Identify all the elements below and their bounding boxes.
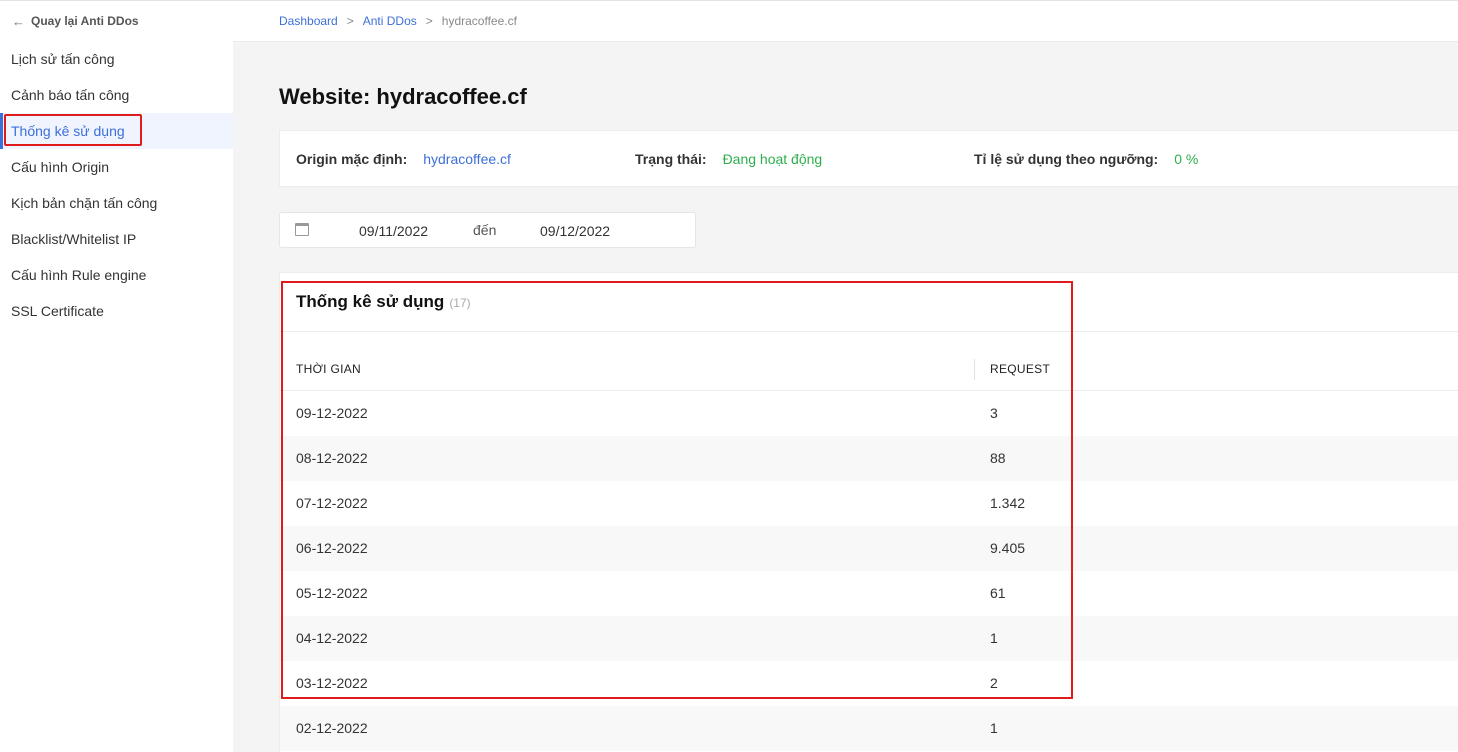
usage-stats-title: Thống kê sử dụng [296,292,445,311]
cell-time: 07-12-2022 [296,495,368,511]
main-content: Dashboard > Anti DDos > hydracoffee.cf W… [233,0,1458,752]
table-row: 09-12-2022 3 [280,391,1458,436]
usage-stats-header: Thống kê sử dụng (17) [280,273,1458,332]
sidebar-item-label: SSL Certificate [11,303,104,319]
sidebar-item-ssl-certificate[interactable]: SSL Certificate [0,293,233,329]
cell-request: 1 [990,720,998,736]
column-header-request[interactable]: REQUEST [990,362,1050,376]
sidebar-item-label: Blacklist/Whitelist IP [11,231,137,247]
breadcrumb-separator: > [346,14,354,28]
ratio-info: Tỉ lệ sử dụng theo ngưỡng: 0 % [974,131,1198,186]
sidebar-nav: Lịch sử tấn công Cảnh báo tấn công Thống… [0,41,233,329]
status-label: Trạng thái: [635,150,707,167]
cell-request: 9.405 [990,540,1026,556]
breadcrumb-dashboard[interactable]: Dashboard [279,14,338,28]
table-row: 07-12-2022 1.342 [280,481,1458,526]
cell-time: 03-12-2022 [296,675,368,691]
date-range-separator: đến [473,222,497,238]
table-row: 03-12-2022 2 [280,661,1458,706]
date-from-input[interactable]: 09/11/2022 [359,223,428,239]
cell-request: 88 [990,450,1006,466]
column-header-time[interactable]: THỜI GIAN [296,362,361,376]
sidebar-item-label: Cảnh báo tấn công [11,87,130,103]
table-body: 09-12-2022 3 08-12-2022 88 07-12-2022 1.342… [280,391,1458,751]
usage-stats-panel: Thống kê sử dụng (17) THỜI GIAN REQUEST … [279,272,1458,752]
back-link-label: Quay lại Anti DDos [31,14,139,28]
origin-info: Origin mặc định: hydracoffee.cf [296,131,511,186]
sidebar-item-block-scenarios[interactable]: Kịch bản chặn tấn công [0,185,233,221]
sidebar-item-label: Kịch bản chặn tấn công [11,195,158,211]
cell-request: 3 [990,405,998,421]
breadcrumb: Dashboard > Anti DDos > hydracoffee.cf [233,0,1458,42]
table-header: THỜI GIAN REQUEST [280,332,1458,391]
sidebar-item-usage-stats[interactable]: Thống kê sử dụng [0,113,233,149]
origin-label: Origin mặc định: [296,150,408,167]
arrow-left-icon: ← [12,13,25,29]
cell-request: 61 [990,585,1006,601]
sidebar-item-rule-engine[interactable]: Cấu hình Rule engine [0,257,233,293]
breadcrumb-current: hydracoffee.cf [441,14,517,28]
status-badge: Đang hoạt động [722,150,823,167]
cell-time: 09-12-2022 [296,405,368,421]
cell-time: 06-12-2022 [296,540,368,556]
date-to-input[interactable]: 09/12/2022 [540,223,610,239]
table-row: 05-12-2022 61 [280,571,1458,616]
ratio-value: 0 % [1174,150,1199,167]
website-info-card: Origin mặc định: hydracoffee.cf Trạng th… [279,130,1458,187]
table-row: 02-12-2022 1 [280,706,1458,751]
sidebar-item-label: Cấu hình Origin [11,159,110,175]
ratio-label: Tỉ lệ sử dụng theo ngưỡng: [974,150,1159,167]
sidebar-item-origin-config[interactable]: Cấu hình Origin [0,149,233,185]
cell-time: 04-12-2022 [296,630,368,646]
breadcrumb-separator: > [425,14,433,28]
table-row: 04-12-2022 1 [280,616,1458,661]
table-row: 08-12-2022 88 [280,436,1458,481]
column-divider [974,359,975,380]
sidebar-item-label: Lịch sử tấn công [11,51,115,67]
back-to-anti-ddos-link[interactable]: ← Quay lại Anti DDos [0,1,233,41]
cell-time: 05-12-2022 [296,585,368,601]
breadcrumb-anti-ddos[interactable]: Anti DDos [363,14,417,28]
sidebar-item-attack-history[interactable]: Lịch sử tấn công [0,41,233,77]
status-info: Trạng thái: Đang hoạt động [635,131,822,186]
sidebar: ← Quay lại Anti DDos Lịch sử tấn công Cả… [0,0,233,752]
sidebar-item-label: Thống kê sử dụng [11,123,125,139]
page-title: Website: hydracoffee.cf [279,84,527,109]
usage-stats-count: (17) [449,296,471,310]
cell-request: 1.342 [990,495,1026,511]
date-range-picker[interactable]: 09/11/2022 đến 09/12/2022 [279,212,696,248]
origin-value-link[interactable]: hydracoffee.cf [423,151,511,167]
sidebar-item-attack-alerts[interactable]: Cảnh báo tấn công [0,77,233,113]
cell-request: 2 [990,675,998,691]
calendar-icon [295,223,309,236]
cell-time: 08-12-2022 [296,450,368,466]
cell-time: 02-12-2022 [296,720,368,736]
table-row: 06-12-2022 9.405 [280,526,1458,571]
sidebar-item-blacklist-whitelist[interactable]: Blacklist/Whitelist IP [0,221,233,257]
sidebar-item-label: Cấu hình Rule engine [11,267,147,283]
cell-request: 1 [990,630,998,646]
